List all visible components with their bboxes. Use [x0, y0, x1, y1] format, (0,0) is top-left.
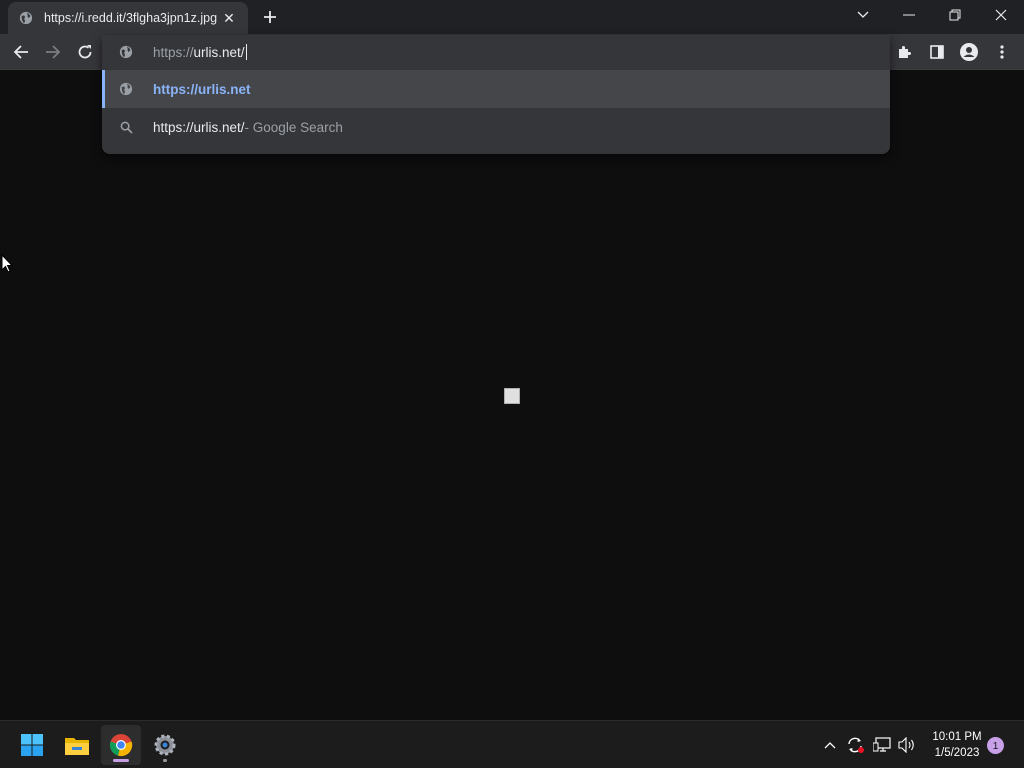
chrome-icon [109, 734, 133, 757]
loaded-image [504, 388, 520, 404]
back-arrow-icon [13, 45, 28, 59]
profile-icon [960, 43, 978, 61]
suggestion-search-text: https://urlis.net/ [153, 119, 245, 135]
extensions-button[interactable] [890, 36, 920, 68]
file-explorer-button[interactable] [57, 725, 97, 765]
suggestion-search-suffix: - Google Search [244, 119, 343, 135]
search-icon [118, 119, 134, 135]
tab-close-icon[interactable]: ✕ [220, 9, 238, 27]
mouse-cursor-icon [1, 253, 14, 278]
address-bar-text[interactable]: https://urlis.net/ [153, 44, 247, 60]
restore-icon [949, 9, 961, 21]
running-app-indicator [163, 759, 167, 762]
suggestion-item-url[interactable]: https://urlis.net [102, 70, 890, 108]
kebab-menu-icon [1000, 45, 1004, 59]
close-icon [995, 9, 1007, 21]
settings-icon [154, 734, 176, 756]
address-bar[interactable]: https://urlis.net/ [102, 35, 890, 69]
clock[interactable]: 10:01 PM 1/5/2023 [922, 729, 992, 761]
tab-title: https://i.redd.it/3flgha3jpn1z.jpg [44, 11, 218, 25]
notification-badge[interactable]: 1 [987, 737, 1004, 754]
suggestion-item-search[interactable]: https://urlis.net/ - Google Search [102, 108, 890, 146]
volume-icon [898, 737, 914, 753]
omnibox-dropdown: https://urlis.net/ https://urlis.net htt… [102, 35, 890, 154]
profile-button[interactable] [954, 36, 984, 68]
reload-icon [78, 45, 92, 59]
globe-icon [18, 10, 34, 26]
browser-tab[interactable]: https://i.redd.it/3flgha3jpn1z.jpg ✕ [8, 2, 248, 34]
active-app-indicator [113, 759, 129, 762]
tab-search-button[interactable] [840, 0, 886, 30]
volume-tray-button[interactable] [896, 733, 918, 757]
chrome-taskbar-button[interactable] [101, 725, 141, 765]
forward-button[interactable] [38, 36, 68, 68]
tray-overflow-button[interactable] [820, 733, 840, 757]
globe-icon [118, 81, 134, 97]
globe-icon [118, 44, 134, 60]
minimize-button[interactable] [886, 0, 932, 30]
close-window-button[interactable] [978, 0, 1024, 30]
sync-tray-button[interactable] [844, 733, 866, 757]
forward-arrow-icon [46, 45, 61, 59]
taskbar: 10:01 PM 1/5/2023 1 [0, 720, 1024, 768]
side-panel-icon [930, 45, 944, 59]
menu-button[interactable] [987, 36, 1017, 68]
file-explorer-icon [65, 738, 89, 755]
suggestion-url-text: https://urlis.net [153, 81, 251, 97]
page-content [0, 71, 1024, 720]
side-panel-button[interactable] [922, 36, 952, 68]
windows-start-button[interactable] [12, 725, 52, 765]
puzzle-icon [899, 46, 911, 58]
clock-time: 10:01 PM [932, 731, 982, 743]
network-icon [873, 737, 891, 752]
back-button[interactable] [6, 36, 36, 68]
clock-date: 1/5/2023 [934, 747, 980, 759]
address-host: urlis.net/ [193, 44, 245, 60]
restore-button[interactable] [932, 0, 978, 30]
plus-icon [264, 11, 276, 23]
address-scheme: https:// [153, 44, 194, 60]
title-bar: https://i.redd.it/3flgha3jpn1z.jpg ✕ [0, 0, 1024, 34]
reload-button[interactable] [70, 36, 100, 68]
text-caret [245, 44, 247, 60]
chevron-up-icon [824, 742, 836, 749]
sync-icon [848, 737, 864, 753]
chevron-down-icon [857, 11, 869, 18]
network-tray-button[interactable] [871, 733, 893, 757]
new-tab-button[interactable] [258, 6, 282, 28]
windows-start-icon [21, 734, 43, 756]
minimize-icon [903, 14, 915, 16]
settings-taskbar-button[interactable] [145, 725, 185, 765]
